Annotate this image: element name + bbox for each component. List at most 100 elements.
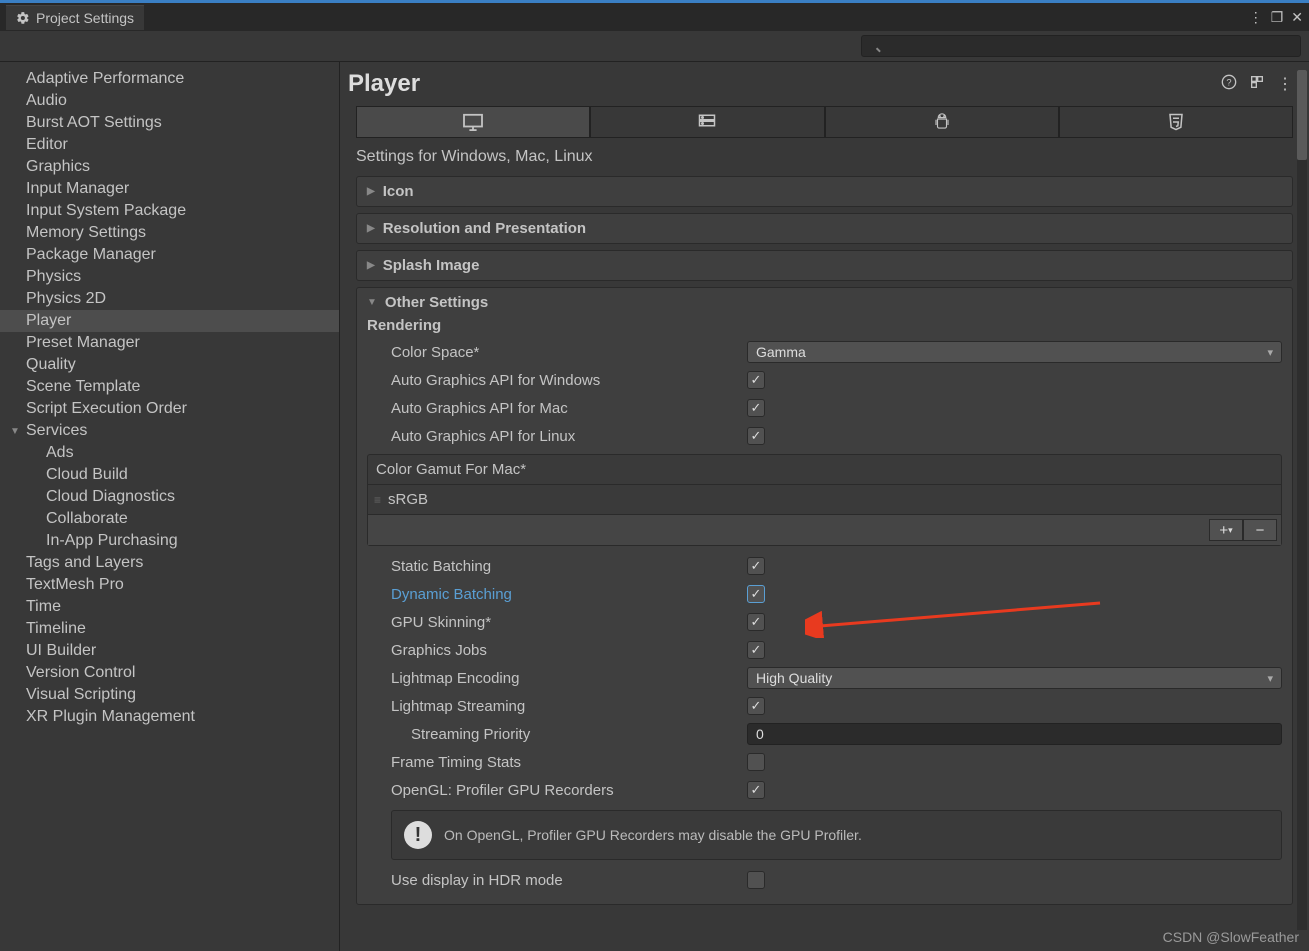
frame-timing-check[interactable] bbox=[747, 753, 765, 771]
color-gamut-header: Color Gamut For Mac* bbox=[368, 455, 1281, 485]
chevron-right-icon: ▶ bbox=[367, 186, 375, 197]
menu-icon[interactable]: ⋮ bbox=[1277, 74, 1293, 95]
platform-tabs bbox=[356, 106, 1293, 138]
auto-api-linux-check[interactable]: ✓ bbox=[747, 427, 765, 445]
sidebar-item-preset[interactable]: Preset Manager bbox=[0, 332, 339, 354]
tab-android[interactable] bbox=[825, 106, 1059, 138]
help-icon[interactable]: ? bbox=[1221, 74, 1237, 95]
auto-api-linux-label: Auto Graphics API for Linux bbox=[367, 428, 747, 445]
foldout-splash[interactable]: ▶Splash Image bbox=[356, 250, 1293, 281]
graphics-jobs-label: Graphics Jobs bbox=[367, 642, 747, 659]
sidebar-item-input-manager[interactable]: Input Manager bbox=[0, 178, 339, 200]
info-box: ! On OpenGL, Profiler GPU Recorders may … bbox=[391, 810, 1282, 860]
sidebar-item-scene-template[interactable]: Scene Template bbox=[0, 376, 339, 398]
sidebar-item-quality[interactable]: Quality bbox=[0, 354, 339, 376]
tab-webgl[interactable] bbox=[1059, 106, 1293, 138]
sidebar-item-player[interactable]: Player bbox=[0, 310, 339, 332]
sidebar: Adaptive Performance Audio Burst AOT Set… bbox=[0, 62, 340, 951]
hdr-mode-label: Use display in HDR mode bbox=[367, 872, 747, 889]
static-batching-check[interactable]: ✓ bbox=[747, 557, 765, 575]
hdr-mode-check[interactable] bbox=[747, 871, 765, 889]
scrollbar-thumb[interactable] bbox=[1297, 70, 1307, 160]
sidebar-item-collaborate[interactable]: Collaborate bbox=[0, 508, 339, 530]
desktop-icon bbox=[462, 113, 484, 131]
sidebar-item-script-order[interactable]: Script Execution Order bbox=[0, 398, 339, 420]
remove-button[interactable]: − bbox=[1243, 519, 1277, 541]
auto-api-win-check[interactable]: ✓ bbox=[747, 371, 765, 389]
maximize-icon[interactable]: ❐ bbox=[1271, 9, 1284, 26]
static-batching-label: Static Batching bbox=[367, 558, 747, 575]
color-space-label: Color Space* bbox=[367, 344, 747, 361]
frame-timing-label: Frame Timing Stats bbox=[367, 754, 747, 771]
window-title: Project Settings bbox=[36, 10, 134, 26]
sidebar-item-timeline[interactable]: Timeline bbox=[0, 618, 339, 640]
sidebar-item-version-control[interactable]: Version Control bbox=[0, 662, 339, 684]
auto-api-mac-check[interactable]: ✓ bbox=[747, 399, 765, 417]
add-button[interactable]: +▾ bbox=[1209, 519, 1243, 541]
color-space-dropdown[interactable]: Gamma bbox=[747, 341, 1282, 363]
android-icon bbox=[933, 113, 951, 131]
chevron-down-icon: ▼ bbox=[367, 297, 377, 308]
sidebar-item-visual-scripting[interactable]: Visual Scripting bbox=[0, 684, 339, 706]
sidebar-item-graphics[interactable]: Graphics bbox=[0, 156, 339, 178]
opengl-recorders-check[interactable]: ✓ bbox=[747, 781, 765, 799]
foldout-resolution[interactable]: ▶Resolution and Presentation bbox=[356, 213, 1293, 244]
tab-desktop[interactable] bbox=[356, 106, 590, 138]
page-title: Player bbox=[348, 70, 1221, 98]
search-input[interactable] bbox=[861, 35, 1301, 57]
info-text: On OpenGL, Profiler GPU Recorders may di… bbox=[444, 827, 862, 843]
server-icon bbox=[697, 113, 717, 131]
html5-icon bbox=[1167, 113, 1185, 131]
sidebar-item-physics[interactable]: Physics bbox=[0, 266, 339, 288]
foldout-icon[interactable]: ▶Icon bbox=[356, 176, 1293, 207]
sidebar-item-cloud-diag[interactable]: Cloud Diagnostics bbox=[0, 486, 339, 508]
auto-api-win-label: Auto Graphics API for Windows bbox=[367, 372, 747, 389]
sidebar-item-ads[interactable]: Ads bbox=[0, 442, 339, 464]
close-icon[interactable]: ✕ bbox=[1291, 9, 1303, 26]
foldout-other: ▼Other Settings Rendering Color Space* G… bbox=[356, 287, 1293, 905]
platform-section-title: Settings for Windows, Mac, Linux bbox=[340, 144, 1309, 176]
sidebar-item-editor[interactable]: Editor bbox=[0, 134, 339, 156]
streaming-priority-label: Streaming Priority bbox=[367, 726, 747, 743]
gpu-skinning-check[interactable]: ✓ bbox=[747, 613, 765, 631]
rendering-heading: Rendering bbox=[367, 317, 1282, 334]
sidebar-item-input-system[interactable]: Input System Package bbox=[0, 200, 339, 222]
sidebar-group-services[interactable]: ▼Services bbox=[0, 420, 339, 442]
preset-icon[interactable] bbox=[1249, 74, 1265, 95]
gpu-skinning-label: GPU Skinning* bbox=[367, 614, 747, 631]
info-icon: ! bbox=[404, 821, 432, 849]
chevron-right-icon: ▶ bbox=[367, 223, 375, 234]
sidebar-item-audio[interactable]: Audio bbox=[0, 90, 339, 112]
window-tab[interactable]: Project Settings bbox=[6, 5, 144, 30]
sidebar-item-time[interactable]: Time bbox=[0, 596, 339, 618]
watermark: CSDN @SlowFeather bbox=[1163, 929, 1299, 945]
titlebar: Project Settings ⋮ ❐ ✕ bbox=[0, 3, 1309, 31]
sidebar-item-tags[interactable]: Tags and Layers bbox=[0, 552, 339, 574]
streaming-priority-field[interactable]: 0 bbox=[747, 723, 1282, 745]
sidebar-item-burst[interactable]: Burst AOT Settings bbox=[0, 112, 339, 134]
foldout-other-head[interactable]: ▼Other Settings bbox=[367, 294, 1282, 311]
search-row bbox=[0, 31, 1309, 62]
sidebar-item-memory[interactable]: Memory Settings bbox=[0, 222, 339, 244]
dynamic-batching-label: Dynamic Batching bbox=[367, 586, 747, 603]
sidebar-item-xr[interactable]: XR Plugin Management bbox=[0, 706, 339, 728]
chevron-right-icon: ▶ bbox=[367, 260, 375, 271]
sidebar-item-cloud-build[interactable]: Cloud Build bbox=[0, 464, 339, 486]
sidebar-item-iap[interactable]: In-App Purchasing bbox=[0, 530, 339, 552]
lightmap-streaming-label: Lightmap Streaming bbox=[367, 698, 747, 715]
dynamic-batching-check[interactable]: ✓ bbox=[747, 585, 765, 603]
more-icon[interactable]: ⋮ bbox=[1249, 9, 1263, 26]
sidebar-item-package-manager[interactable]: Package Manager bbox=[0, 244, 339, 266]
lightmap-streaming-check[interactable]: ✓ bbox=[747, 697, 765, 715]
graphics-jobs-check[interactable]: ✓ bbox=[747, 641, 765, 659]
lightmap-encoding-dropdown[interactable]: High Quality bbox=[747, 667, 1282, 689]
svg-text:?: ? bbox=[1226, 77, 1231, 87]
sidebar-item-physics2d[interactable]: Physics 2D bbox=[0, 288, 339, 310]
auto-api-mac-label: Auto Graphics API for Mac bbox=[367, 400, 747, 417]
sidebar-item-ui-builder[interactable]: UI Builder bbox=[0, 640, 339, 662]
sidebar-item-adaptive[interactable]: Adaptive Performance bbox=[0, 68, 339, 90]
sidebar-item-tmp[interactable]: TextMesh Pro bbox=[0, 574, 339, 596]
tab-server[interactable] bbox=[590, 106, 824, 138]
opengl-recorders-label: OpenGL: Profiler GPU Recorders bbox=[367, 782, 747, 799]
list-item[interactable]: sRGB bbox=[368, 485, 1281, 514]
